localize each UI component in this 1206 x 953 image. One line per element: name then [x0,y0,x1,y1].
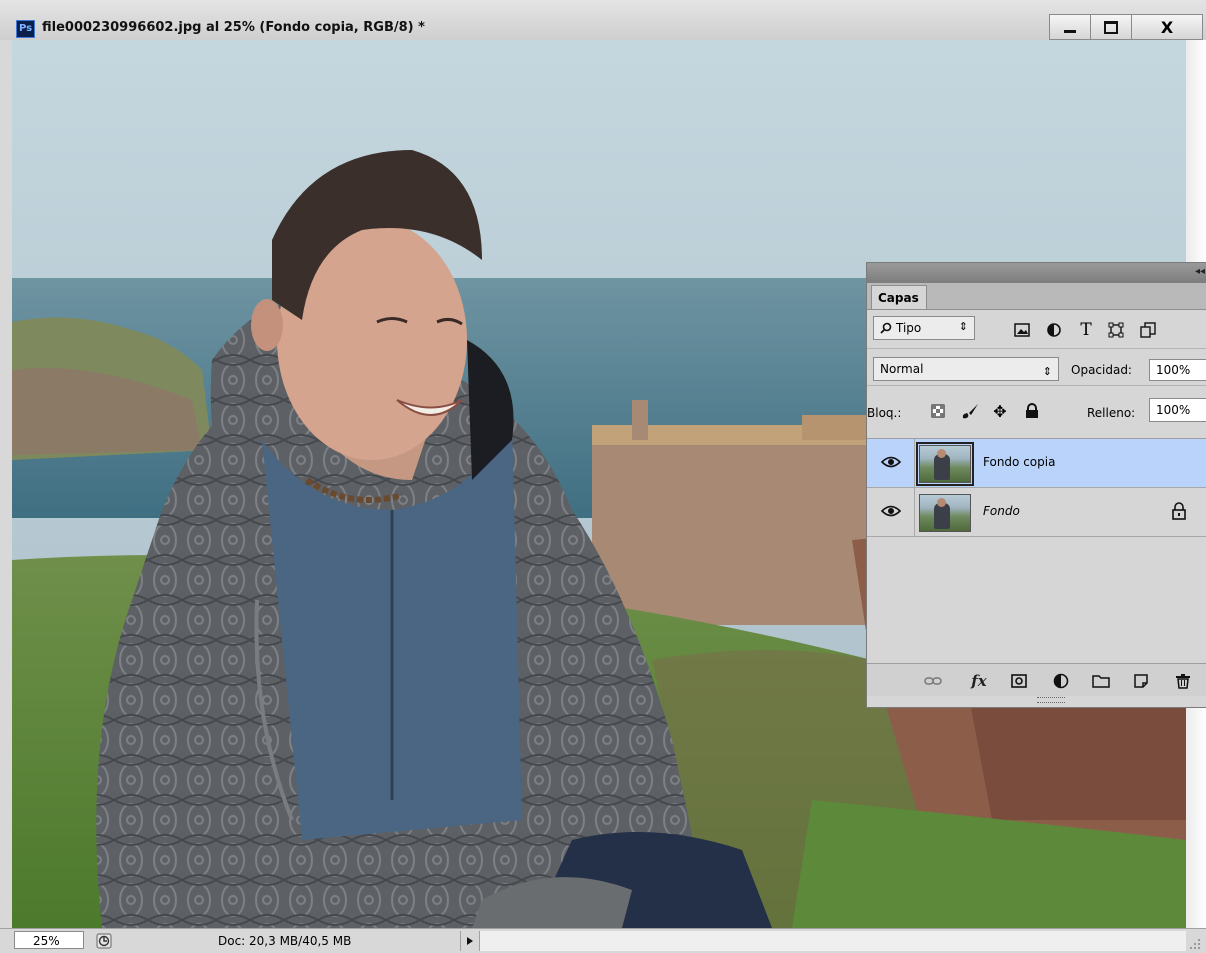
search-icon [880,322,892,334]
new-layer-icon[interactable] [1131,672,1151,690]
layer-row-fondo[interactable]: Fondo [867,488,1206,537]
panel-resize-grip[interactable] [1037,697,1065,703]
status-info-icon[interactable] [96,933,112,949]
status-menu-button[interactable] [460,931,480,951]
canvas-left-edge [0,40,12,928]
window-title: file000230996602.jpg al 25% (Fondo copia… [42,20,425,35]
layer-filter-row: Tipo ⇕ T [867,310,1206,349]
layer-row-fondo-copia[interactable]: Fondo copia [867,439,1206,488]
minimize-button[interactable] [1049,14,1091,40]
panel-tab-row: Capas [867,283,1206,310]
resize-grip-icon[interactable] [1186,935,1202,951]
eye-visibility-icon[interactable] [881,455,901,469]
filter-kind-select[interactable]: Tipo ⇕ [873,316,975,340]
eye-visibility-icon[interactable] [881,504,901,518]
lock-brush-icon[interactable] [961,402,979,420]
filter-kind-value: Tipo [896,321,922,335]
lock-transparent-icon[interactable] [929,402,947,420]
divider [914,488,915,536]
lock-label: Bloq.: [867,406,902,420]
image-filter-icon[interactable] [1013,322,1031,338]
type-filter-icon[interactable]: T [1077,320,1095,340]
divider [914,439,915,487]
select-arrows-icon: ⇕ [1042,365,1052,378]
blend-mode-value: Normal [880,362,924,376]
photoshop-document-window: Ps file000230996602.jpg al 25% (Fondo co… [0,0,1206,953]
layer-thumbnail [919,494,971,532]
smart-object-filter-icon[interactable] [1139,322,1157,338]
window-controls: X [1049,14,1203,40]
lock-all-icon[interactable] [1023,402,1041,420]
close-button[interactable]: X [1131,14,1203,40]
maximize-button[interactable] [1090,14,1132,40]
panel-header[interactable]: ◂◂ [867,263,1206,283]
mask-icon[interactable] [1009,672,1029,690]
status-bar: 25% Doc: 20,3 MB/40,5 MB [0,928,1206,953]
blend-mode-select[interactable]: Normal ⇕ [873,357,1059,381]
photoshop-app-icon: Ps [16,20,35,38]
layer-name[interactable]: Fondo [983,504,1020,518]
maximize-icon [1104,20,1118,34]
fill-input[interactable]: 100% [1149,398,1206,422]
adjustment-icon[interactable] [1051,672,1071,690]
minimize-icon [1064,29,1076,33]
panel-footer: fx [867,663,1206,696]
opacity-input[interactable]: 100% [1149,359,1206,381]
document-size-info: Doc: 20,3 MB/40,5 MB [218,934,352,948]
fill-label: Relleno: [1087,406,1136,420]
lock-row: Bloq.: ✥ Relleno: 100% [867,386,1206,439]
play-arrow-icon [467,937,473,945]
layer-name[interactable]: Fondo copia [983,455,1055,469]
layers-panel: ◂◂ Capas Tipo ⇕ T Normal ⇕ Opacidad: 100… [866,262,1206,708]
adjustment-filter-icon[interactable] [1045,322,1063,338]
layer-lock-icon [1172,502,1186,520]
layer-thumbnail [916,442,974,486]
title-bar: Ps file000230996602.jpg al 25% (Fondo co… [0,0,1206,41]
lock-move-icon[interactable]: ✥ [991,402,1009,421]
opacity-label: Opacidad: [1071,363,1132,377]
fx-icon[interactable]: fx [969,672,989,690]
zoom-input[interactable]: 25% [14,931,84,949]
trash-icon[interactable] [1173,672,1193,690]
collapse-panel-icon[interactable]: ◂◂ [1195,266,1205,277]
folder-icon[interactable] [1091,672,1111,690]
tab-capas[interactable]: Capas [871,285,927,309]
shape-filter-icon[interactable] [1107,322,1125,338]
link-icon[interactable] [923,672,943,690]
horizontal-scrollbar[interactable] [480,931,1186,951]
select-arrows-icon: ⇕ [958,320,968,333]
